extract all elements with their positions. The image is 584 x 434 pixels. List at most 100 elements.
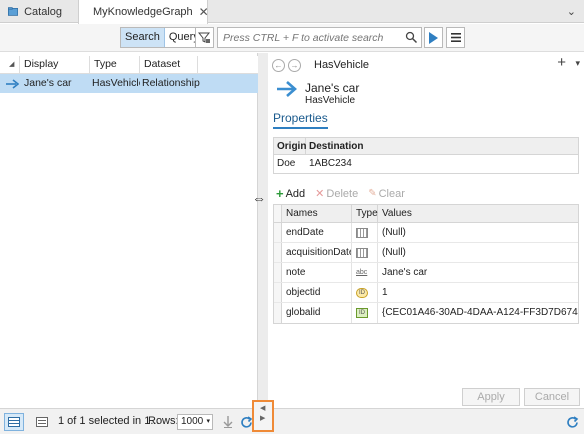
attribute-value[interactable]: 1 — [378, 283, 578, 302]
globalid-icon: ID — [352, 303, 378, 323]
column-header: Names — [282, 205, 352, 222]
grid-corner[interactable]: ◢ — [0, 56, 20, 73]
row-selector[interactable] — [274, 243, 282, 262]
refresh-icon — [566, 415, 578, 428]
text-icon: abc — [352, 263, 378, 282]
attribute-name: acquisitionDate — [282, 243, 352, 262]
column-header: Origin — [274, 138, 306, 154]
clear-label: Clear — [378, 187, 405, 200]
results-grid: ◢ Display Name Type Dataset Jane's car H… — [0, 53, 258, 408]
column-header[interactable]: Dataset — [140, 56, 198, 73]
cancel-button[interactable]: Cancel — [524, 388, 580, 406]
breadcrumb: HasVehicle — [314, 59, 370, 71]
destination-value: 1ABC234 — [309, 158, 352, 169]
tab-properties[interactable]: Properties — [273, 111, 328, 129]
filter-icon — [198, 32, 211, 43]
cell-dataset: Relationship — [142, 77, 200, 89]
attribute-row[interactable]: acquisitionDate (Null) — [274, 243, 578, 263]
column-header[interactable]: Type — [90, 56, 140, 73]
attribute-value[interactable]: (Null) — [378, 243, 578, 262]
apply-button[interactable]: Apply — [462, 388, 520, 406]
run-button[interactable] — [424, 27, 443, 48]
delete-button[interactable]: ✕ Delete — [315, 187, 359, 201]
relationship-arrow-icon — [276, 78, 298, 106]
table-view-icon — [8, 417, 20, 427]
details-nav: ← → HasVehicle — [272, 56, 369, 74]
search-input[interactable] — [218, 28, 403, 47]
play-icon — [429, 31, 438, 44]
add-label: Add — [285, 187, 306, 200]
attribute-name: note — [282, 263, 352, 282]
chevron-down-icon[interactable]: ▾ — [575, 58, 580, 69]
status-bar: 1 of 1 selected in 1... Rows: 1000 ▾ — [0, 408, 584, 434]
attribute-value[interactable]: {CEC01A46-30AD-4DAA-A124-FF3D7D67447D} — [378, 303, 578, 323]
resize-cursor-icon[interactable]: ⇔ — [252, 190, 266, 206]
table-view-button[interactable] — [4, 413, 24, 431]
plus-icon: + — [276, 186, 284, 201]
rows-value: 1000 — [181, 416, 204, 427]
clear-button[interactable]: ✎ Clear — [368, 188, 405, 200]
tab-catalog[interactable]: Catalog — [0, 0, 70, 23]
origin-value: Doe — [277, 158, 296, 169]
row-selector[interactable] — [274, 283, 282, 302]
delete-label: Delete — [326, 187, 359, 200]
delete-icon: ✕ — [315, 188, 325, 200]
relationship-header: Origin Destination — [274, 138, 578, 155]
relationship-row: Doe 1ABC234 — [274, 155, 578, 173]
pane-collapse-toggle[interactable]: ◀ ▶ — [252, 400, 274, 432]
search-box — [217, 27, 422, 48]
filter-button[interactable] — [195, 27, 214, 48]
cell-display-name: Jane's car — [24, 77, 72, 89]
relationship-table: Origin Destination Doe 1ABC234 — [273, 137, 579, 174]
row-selector[interactable] — [274, 263, 282, 282]
attributes-table: Names Type Values endDate (Null) acquisi… — [273, 204, 579, 324]
search-mode-button[interactable]: Search — [121, 28, 165, 47]
tab-bar: Catalog MyKnowledgeGraph ✕ ⌄ — [0, 0, 584, 24]
add-icon[interactable]: + — [557, 54, 566, 71]
row-selector[interactable] — [274, 303, 282, 323]
download-arrow-icon — [223, 416, 233, 428]
attribute-value[interactable]: (Null) — [378, 223, 578, 242]
date-icon — [352, 223, 378, 242]
row-selector[interactable] — [274, 223, 282, 242]
details-pane: ← → HasVehicle + ▾ Jane's car HasVehicle… — [268, 53, 584, 408]
list-view-button[interactable] — [32, 413, 52, 431]
attribute-row[interactable]: note abc Jane's car — [274, 263, 578, 283]
attribute-name: objectid — [282, 283, 352, 302]
menu-button[interactable] — [446, 27, 465, 48]
relationship-arrow-icon — [0, 74, 24, 93]
chevron-down-icon[interactable]: ⌄ — [567, 5, 576, 18]
add-button[interactable]: + Add — [276, 186, 305, 201]
chevron-right-icon: ▶ — [260, 415, 266, 422]
catalog-icon — [8, 7, 19, 16]
tab-label: Catalog — [24, 5, 62, 18]
selection-count: 1 of 1 selected in 1... — [58, 415, 160, 427]
object-title: Jane's car — [305, 81, 360, 95]
close-icon[interactable]: ✕ — [199, 5, 209, 19]
column-header: Destination — [309, 141, 364, 152]
chevron-down-icon: ▾ — [206, 418, 210, 425]
eraser-icon: ✎ — [368, 188, 377, 199]
search-icon[interactable] — [405, 31, 418, 44]
rows-label: Rows: — [148, 415, 179, 427]
table-row[interactable]: Jane's car HasVehicle Relationship — [0, 74, 258, 93]
refresh-button[interactable] — [562, 413, 582, 431]
attributes-header: Names Type Values — [274, 205, 578, 223]
tab-myknowledgegraph[interactable]: MyKnowledgeGraph ✕ — [78, 0, 209, 24]
rows-select[interactable]: 1000 ▾ — [177, 414, 213, 430]
forward-icon[interactable]: → — [288, 58, 301, 72]
tab-label: MyKnowledgeGraph — [93, 6, 193, 18]
attribute-row[interactable]: endDate (Null) — [274, 223, 578, 243]
attribute-value[interactable]: Jane's car — [378, 263, 578, 282]
attribute-row[interactable]: objectid ID 1 — [274, 283, 578, 303]
attribute-row[interactable]: globalid ID {CEC01A46-30AD-4DAA-A124-FF3… — [274, 303, 578, 323]
attribute-name: endDate — [282, 223, 352, 242]
toolbar: Search Query — [0, 24, 584, 52]
grid-header: ◢ Display Name Type Dataset — [0, 56, 258, 87]
back-icon[interactable]: ← — [272, 58, 285, 72]
refresh-icon — [240, 415, 252, 428]
pane-splitter[interactable] — [258, 53, 268, 408]
load-more-button[interactable] — [218, 413, 238, 431]
column-header[interactable]: Display Name — [20, 56, 90, 87]
cell-type: HasVehicle — [92, 77, 140, 89]
